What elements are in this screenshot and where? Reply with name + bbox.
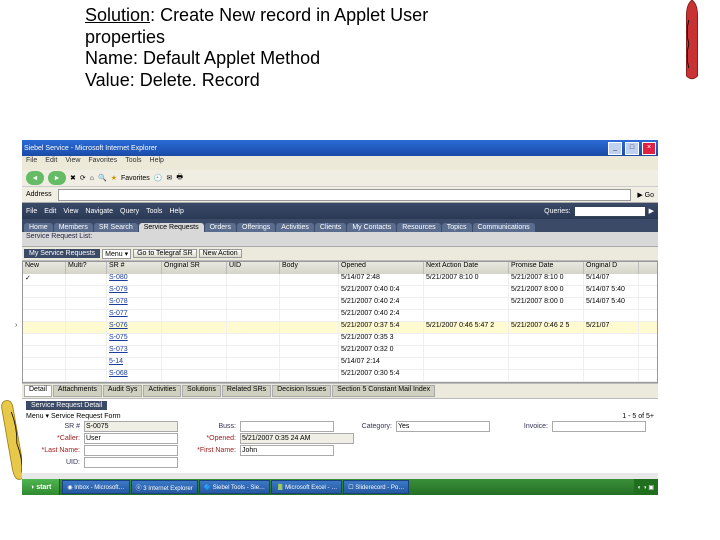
table-row[interactable]: S-0735/21/2007 0:32 0 <box>23 346 657 358</box>
search-icon[interactable]: 🔍 <box>98 174 107 182</box>
maximize-button[interactable]: □ <box>625 142 639 155</box>
sr-field: S-0075 <box>84 421 178 432</box>
invoice-field[interactable] <box>552 421 646 432</box>
ie-menu-bar[interactable]: FileEditViewFavoritesToolsHelp <box>22 156 658 170</box>
task-item[interactable]: ⓔ 3 Internet Explorer <box>131 480 198 494</box>
stop-icon[interactable]: ✖ <box>70 174 76 182</box>
start-button[interactable]: ◑ start <box>22 479 60 495</box>
detail-applet-select[interactable]: Service Request Form <box>51 413 161 420</box>
record-count: 1 - 5 of 5+ <box>622 413 654 420</box>
table-row[interactable]: S-0785/21/2007 0:40 2:45/21/2007 8:00 05… <box>23 298 657 310</box>
siebel-menus[interactable]: FileEditViewNavigateQueryToolsHelp <box>26 208 191 215</box>
detail-applet: Service Request Detail Menu ▾ Service Re… <box>22 399 658 473</box>
go-button[interactable]: ▶ Go <box>637 191 654 199</box>
task-item[interactable]: ◉ Inbox - Microsoft… <box>62 480 129 494</box>
tab-offerings[interactable]: Offerings <box>237 223 275 232</box>
new-action-button[interactable]: New Action <box>199 249 242 258</box>
uid-field[interactable] <box>84 457 178 468</box>
tab-home[interactable]: Home <box>24 223 53 232</box>
go-icon[interactable]: ▶ <box>649 207 654 215</box>
help-button[interactable]: Go to Telegraf SR <box>133 249 197 258</box>
detail-title: Service Request Detail <box>26 401 107 410</box>
solution-text: Solution: Create New record in Applet Us… <box>85 5 428 91</box>
tab-clients[interactable]: Clients <box>315 223 346 232</box>
category-field[interactable]: Yes <box>396 421 490 432</box>
buss-field[interactable] <box>240 421 334 432</box>
tab-communications[interactable]: Communications <box>473 223 535 232</box>
address-bar-row: Address ▶ Go <box>22 187 658 203</box>
crayon-red-icon <box>684 0 700 85</box>
system-tray[interactable]: ◐ ◑ ▣ <box>634 479 658 495</box>
tab-resources[interactable]: Resources <box>397 223 440 232</box>
ie-toolbar: ◄ ► ✖ ⟳ ⌂ 🔍 ★Favorites 🕘 ✉ 🖶 <box>22 170 658 187</box>
opened-field: 5/21/2007 0:35 24 AM <box>240 433 354 444</box>
caller-field[interactable]: User <box>84 433 178 444</box>
table-row[interactable]: S-0775/21/2007 0:40 2:4 <box>23 310 657 322</box>
mail-icon[interactable]: ✉ <box>167 174 173 182</box>
tab-my-contacts[interactable]: My Contacts <box>347 223 396 232</box>
window-buttons: _ □ × <box>607 142 656 155</box>
title-bar[interactable]: Siebel Service - Microsoft Internet Expl… <box>22 140 658 156</box>
print-icon[interactable]: 🖶 <box>176 173 183 184</box>
tab-topics[interactable]: Topics <box>442 223 472 232</box>
minimize-button[interactable]: _ <box>608 142 622 155</box>
home-icon[interactable]: ⌂ <box>90 175 94 182</box>
tab-activities[interactable]: Activities <box>276 223 314 232</box>
tab-members[interactable]: Members <box>54 223 93 232</box>
view-label: Service Request List: <box>22 232 658 247</box>
table-row[interactable]: 5-145/14/07 2:14 <box>23 358 657 370</box>
tab-service-requests[interactable]: Service Requests <box>139 223 204 232</box>
detail-menu[interactable]: Menu ▾ <box>26 412 49 420</box>
queries-input[interactable] <box>574 206 646 217</box>
applet-title: My Service Requests <box>24 249 100 258</box>
table-row[interactable]: S-0755/21/2007 0:35 3 <box>23 334 657 346</box>
sr-list: NewMulti?SR #Original SRUIDBodyOpenedNex… <box>22 261 658 383</box>
table-row[interactable]: ✓S-0805/14/07 2:485/21/2007 8:10 05/21/2… <box>23 274 657 286</box>
task-item[interactable]: 📗 Microsoft Excel - … <box>271 480 342 494</box>
windows-taskbar[interactable]: ◑ start ◉ Inbox - Microsoft… ⓔ 3 Interne… <box>22 479 658 495</box>
table-row[interactable]: S-0685/21/2007 0:30 5:4 <box>23 370 657 382</box>
refresh-icon[interactable]: ⟳ <box>80 174 86 182</box>
table-row[interactable]: S-0765/21/2007 0:37 5:45/21/2007 0:46 5:… <box>23 322 657 334</box>
window-title: Siebel Service - Microsoft Internet Expl… <box>24 145 157 152</box>
favorites-icon[interactable]: ★ <box>111 174 117 182</box>
list-header[interactable]: NewMulti?SR #Original SRUIDBodyOpenedNex… <box>23 262 657 274</box>
siebel-app-bar: FileEditViewNavigateQueryToolsHelp Queri… <box>22 203 658 219</box>
list-applet-bar: My Service Requests Menu ▾ Go to Telegra… <box>22 247 658 261</box>
history-icon[interactable]: 🕘 <box>154 174 163 182</box>
task-item[interactable]: ☐ Sliderecord - Po… <box>343 480 409 494</box>
detail-tabs[interactable]: Detail Attachments Audit Sys Activities … <box>22 383 658 399</box>
screen-tabs[interactable]: Home Members SR Search Service Requests … <box>22 219 658 232</box>
ie-window: Siebel Service - Microsoft Internet Expl… <box>22 140 658 495</box>
tab-sr-search[interactable]: SR Search <box>94 223 138 232</box>
firstname-field[interactable]: John <box>240 445 334 456</box>
close-button[interactable]: × <box>642 142 656 155</box>
lastname-field[interactable] <box>84 445 178 456</box>
back-button[interactable]: ◄ <box>26 171 44 185</box>
table-row[interactable]: S-0795/21/2007 0:40 0:45/21/2007 8:00 05… <box>23 286 657 298</box>
applet-menu[interactable]: Menu ▾ <box>102 249 131 259</box>
task-item[interactable]: 🔷 Siebel Tools - Sie… <box>199 480 270 494</box>
tab-orders[interactable]: Orders <box>205 223 236 232</box>
address-input[interactable] <box>58 189 632 201</box>
forward-button[interactable]: ► <box>48 171 66 185</box>
